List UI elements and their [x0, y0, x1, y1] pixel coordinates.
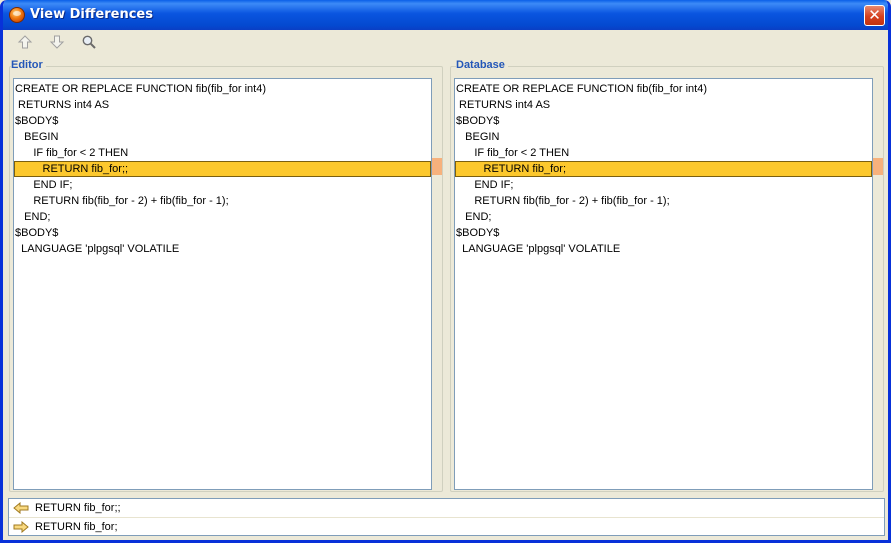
code-line[interactable]: END IF; [14, 177, 431, 193]
code-line[interactable]: RETURNS int4 AS [455, 97, 872, 113]
arrow-left-icon [13, 502, 31, 514]
code-line[interactable]: END IF; [455, 177, 872, 193]
code-line[interactable]: CREATE OR REPLACE FUNCTION fib(fib_for i… [455, 81, 872, 97]
difference-line[interactable]: RETURN fib_for; [455, 161, 872, 177]
database-label: Database [456, 59, 508, 71]
title-bar[interactable]: View Differences ✕ [3, 0, 888, 30]
database-difference-marker[interactable] [873, 158, 883, 175]
previous-difference-button[interactable] [14, 33, 36, 55]
difference-line[interactable]: RETURN fib_for;; [14, 161, 431, 177]
code-line[interactable]: $BODY$ [14, 113, 431, 129]
arrow-right-icon [13, 521, 31, 533]
code-line[interactable]: $BODY$ [455, 113, 872, 129]
code-line[interactable]: IF fib_for < 2 THEN [455, 145, 872, 161]
change-text: RETURN fib_for; [35, 521, 118, 533]
magnifier-icon [81, 34, 97, 54]
code-line[interactable]: BEGIN [14, 129, 431, 145]
editor-label: Editor [11, 59, 46, 71]
code-line[interactable]: IF fib_for < 2 THEN [14, 145, 431, 161]
editor-panel: Editor CREATE OR REPLACE FUNCTION fib(fi… [9, 58, 445, 493]
editor-text-area[interactable]: CREATE OR REPLACE FUNCTION fib(fib_for i… [13, 78, 432, 490]
code-line[interactable]: CREATE OR REPLACE FUNCTION fib(fib_for i… [14, 81, 431, 97]
change-text: RETURN fib_for;; [35, 502, 121, 514]
code-line[interactable]: RETURN fib(fib_for - 2) + fib(fib_for - … [14, 193, 431, 209]
arrow-down-icon [49, 34, 65, 54]
editor-overview-ruler[interactable] [432, 78, 442, 490]
code-line[interactable]: LANGUAGE 'plpgsql' VOLATILE [14, 241, 431, 257]
toolbar [3, 30, 888, 58]
change-row-right[interactable]: RETURN fib_for; [9, 518, 884, 536]
window-title: View Differences [30, 7, 153, 22]
code-line[interactable]: BEGIN [455, 129, 872, 145]
arrow-up-icon [17, 34, 33, 54]
code-line[interactable]: RETURN fib(fib_for - 2) + fib(fib_for - … [455, 193, 872, 209]
database-overview-ruler[interactable] [873, 78, 883, 490]
next-difference-button[interactable] [46, 33, 68, 55]
code-line[interactable]: RETURNS int4 AS [14, 97, 431, 113]
find-button[interactable] [78, 33, 100, 55]
code-line[interactable]: LANGUAGE 'plpgsql' VOLATILE [455, 241, 872, 257]
code-line[interactable]: END; [14, 209, 431, 225]
changes-list: RETURN fib_for;; RETURN fib_for; [8, 498, 885, 536]
editor-difference-marker[interactable] [432, 158, 442, 175]
code-line[interactable]: $BODY$ [14, 225, 431, 241]
code-line[interactable]: $BODY$ [455, 225, 872, 241]
database-text-area[interactable]: CREATE OR REPLACE FUNCTION fib(fib_for i… [454, 78, 873, 490]
code-line[interactable]: END; [455, 209, 872, 225]
close-button[interactable]: ✕ [864, 5, 885, 26]
change-row-left[interactable]: RETURN fib_for;; [9, 499, 884, 517]
app-icon [9, 7, 25, 23]
view-differences-window: View Differences ✕ Editor CREATE OR REPL… [0, 0, 891, 543]
database-panel: Database CREATE OR REPLACE FUNCTION fib(… [450, 58, 886, 493]
